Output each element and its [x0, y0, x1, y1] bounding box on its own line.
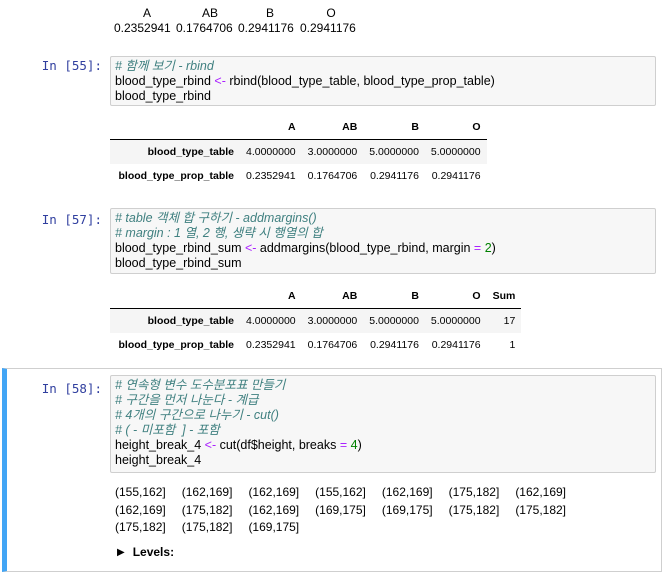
- value-AB: 0.1764706: [176, 21, 233, 35]
- factor-value: (175,182]: [515, 502, 567, 517]
- factor-value: (162,169]: [248, 502, 300, 517]
- levels-disclosure[interactable]: ▶ Levels:: [117, 545, 174, 559]
- table-row: blood_type_prop_table 0.2352941 0.176470…: [110, 164, 487, 188]
- value-B: 0.2941176: [238, 21, 294, 35]
- factor-value: (175,182]: [181, 502, 233, 517]
- table-cell: 5.0000000: [369, 315, 419, 327]
- column-header: B: [363, 284, 425, 309]
- factor-value: (155,162]: [315, 485, 366, 499]
- factor-value: (162,169]: [115, 502, 166, 517]
- table-cell: 3.0000000: [307, 146, 358, 158]
- factor-value: (175,182]: [448, 485, 500, 499]
- code-editor[interactable]: # 연속형 변수 도수분포표 만들기 # 구간을 먼저 나눈다 - 계급 # 4…: [110, 375, 656, 473]
- code-editor[interactable]: # table 객체 합 구하기 - addmargins() # margin…: [110, 208, 656, 274]
- output-dataframe: A AB B O Sum blood_type_table 4.0000000 …: [110, 284, 522, 357]
- factor-value: (169,175]: [248, 520, 300, 534]
- table-row: blood_type_table 4.0000000 3.0000000 5.0…: [110, 308, 522, 333]
- header-AB: AB: [201, 6, 218, 20]
- factor-value: (175,182]: [181, 520, 233, 534]
- header-O: O: [326, 6, 336, 20]
- column-header: Sum: [486, 284, 522, 309]
- code-line: blood_type_rbind: [115, 89, 211, 103]
- code-comment: # table 객체 합 구하기 - addmargins(): [115, 211, 317, 225]
- table-cell: 0.1764706: [307, 170, 358, 182]
- table-cell: 17: [503, 315, 516, 327]
- row-label: blood_type_table: [147, 146, 234, 158]
- factor-value: (169,175]: [315, 502, 366, 517]
- code-comment: # ( - 미포함 ] - 포함: [115, 423, 220, 437]
- code-line: height_break_4: [115, 453, 202, 467]
- column-header: AB: [301, 284, 364, 309]
- header-B: B: [265, 6, 274, 20]
- value-A: 0.2352941: [114, 21, 171, 35]
- table-cell: 0.2941176: [431, 339, 481, 351]
- prop-table-value-row: 0.2352941 0.1764706 0.2941176 0.2941176: [114, 21, 362, 36]
- row-label: blood_type_table: [147, 315, 234, 327]
- table-cell: 5.0000000: [430, 315, 481, 327]
- triangle-right-icon: ▶: [117, 546, 125, 558]
- column-header: O: [424, 115, 487, 140]
- cell-prompt: In [57]:: [41, 212, 102, 227]
- table-row: blood_type_prop_table 0.2352941 0.176470…: [110, 333, 521, 357]
- output-dataframe: A AB B O blood_type_table 4.0000000 3.00…: [110, 115, 487, 188]
- prop-table-header-row: A AB B O: [114, 6, 362, 21]
- table-cell: 0.2941176: [370, 170, 419, 182]
- row-label: blood_type_prop_table: [118, 339, 234, 351]
- code-comment: # 연속형 변수 도수분포표 만들기: [115, 378, 286, 392]
- code-line: blood_type_rbind_sum <- addmargins(blood…: [115, 241, 496, 255]
- factor-value: (175,182]: [448, 502, 500, 517]
- code-line: blood_type_rbind_sum: [115, 256, 242, 270]
- code-comment: # margin : 1 열, 2 행, 생략 시 행열의 합: [115, 226, 323, 240]
- factor-output: (155,162] (162,169] (162,169] (155,162] (162…: [115, 484, 635, 537]
- table-cell: 0.2352941: [246, 339, 296, 351]
- previous-output: A AB B O 0.2352941 0.1764706 0.2941176 0…: [114, 6, 362, 36]
- factor-value: (175,182]: [115, 520, 166, 534]
- cell-prompt: In [58]:: [41, 381, 102, 396]
- table-cell: 5.0000000: [369, 146, 419, 158]
- column-header: O: [424, 284, 487, 309]
- column-header: A: [240, 115, 302, 140]
- column-header: AB: [301, 115, 364, 140]
- table-row: blood_type_table 4.0000000 3.0000000 5.0…: [110, 139, 487, 164]
- table-cell: 5.0000000: [430, 146, 481, 158]
- table-cell: 4.0000000: [246, 315, 296, 327]
- column-header: B: [363, 115, 425, 140]
- table-cell: 0.2941176: [370, 339, 419, 351]
- cell-prompt: In [55]:: [41, 58, 102, 73]
- factor-value: (155,162]: [115, 485, 166, 499]
- table-cell: 0.1764706: [307, 339, 358, 351]
- factor-value: (169,175]: [381, 502, 433, 517]
- table-cell: 0.2941176: [431, 170, 481, 182]
- column-header: A: [240, 284, 302, 309]
- levels-label: Levels:: [132, 545, 175, 559]
- table-cell: 0.2352941: [246, 170, 296, 182]
- code-editor[interactable]: # 함께 보기 - rbind blood_type_rbind <- rbin…: [110, 56, 656, 106]
- value-O: 0.2941176: [300, 21, 356, 35]
- factor-value: (162,169]: [248, 485, 300, 499]
- code-comment: # 4개의 구간으로 나누기 - cut(): [115, 408, 279, 422]
- row-label: blood_type_prop_table: [118, 170, 234, 182]
- table-cell: 1: [509, 339, 516, 351]
- factor-value: (162,169]: [515, 485, 567, 499]
- table-cell: 4.0000000: [246, 146, 296, 158]
- code-comment: # 함께 보기 - rbind: [115, 59, 214, 73]
- header-A: A: [142, 6, 151, 20]
- code-line: height_break_4 <- cut(df$height, breaks …: [115, 438, 362, 452]
- table-cell: 3.0000000: [307, 315, 358, 327]
- code-comment: # 구간을 먼저 나눈다 - 계급: [115, 393, 259, 407]
- factor-value: (162,169]: [381, 485, 433, 499]
- code-line: blood_type_rbind <- rbind(blood_type_tab…: [115, 74, 495, 88]
- factor-value: (162,169]: [181, 485, 233, 499]
